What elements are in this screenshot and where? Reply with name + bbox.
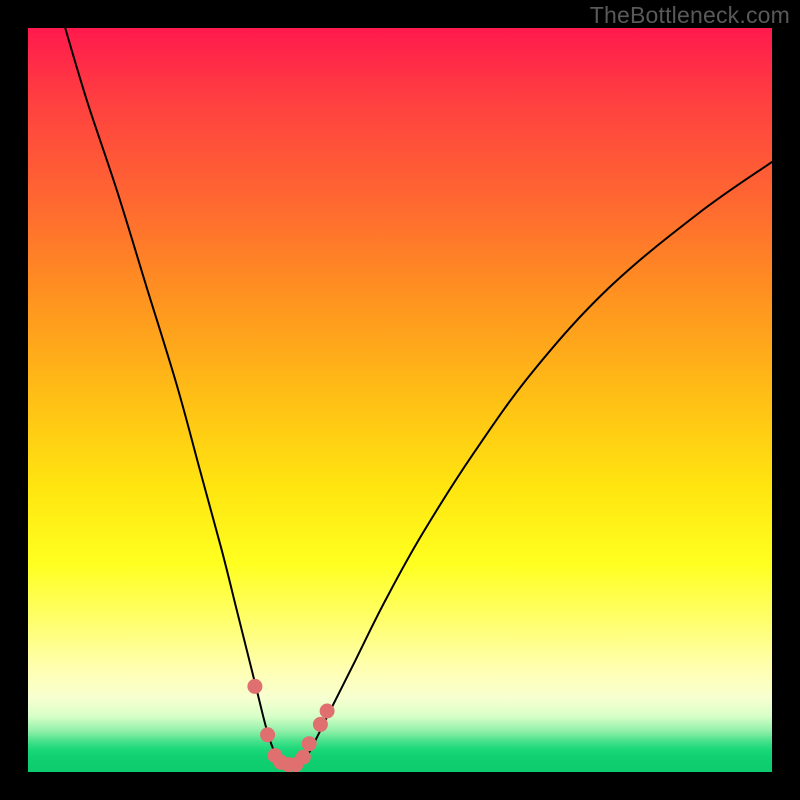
marker-point (302, 736, 317, 751)
bottleneck-curve (65, 28, 772, 765)
marker-point (260, 727, 275, 742)
marker-point (313, 717, 328, 732)
marker-point (247, 679, 262, 694)
plot-area (28, 28, 772, 772)
marker-point (320, 704, 335, 719)
chart-svg (28, 28, 772, 772)
chart-frame: TheBottleneck.com (0, 0, 800, 800)
marker-group (247, 679, 334, 772)
marker-point (296, 750, 311, 765)
watermark-text: TheBottleneck.com (590, 2, 790, 29)
